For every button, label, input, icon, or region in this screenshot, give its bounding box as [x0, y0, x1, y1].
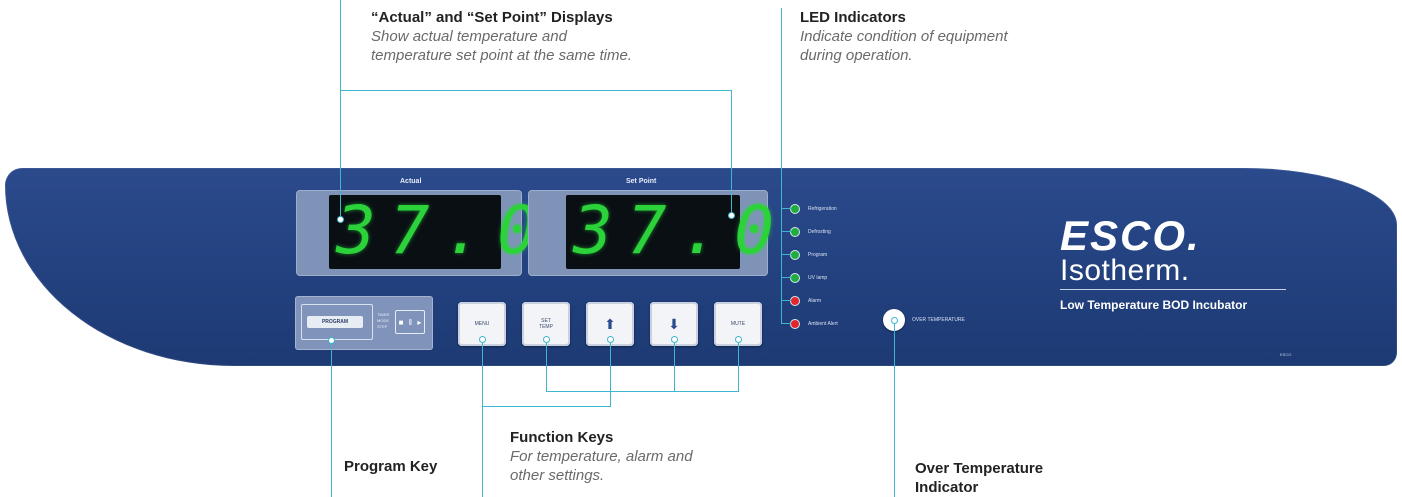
led-light [790, 227, 800, 237]
pause-icon: ‖ [408, 317, 413, 327]
led-label: Program [808, 252, 828, 258]
leds-callout-title: LED Indicators [800, 9, 906, 26]
setpoint-label: Set Point [626, 178, 657, 185]
led-label: UV lamp [808, 275, 828, 281]
callout-line [482, 406, 610, 407]
displays-callout-desc-1: Show actual temperature and [371, 28, 567, 45]
callout-dot [479, 336, 486, 343]
callout-line [781, 208, 791, 209]
led-program: Program [790, 248, 827, 262]
product-description: Low Temperature BOD Incubator [1060, 298, 1248, 312]
displays-callout-title: “Actual” and “Set Point” Displays [371, 9, 613, 26]
function-keys-callout-desc-2: other settings. [510, 467, 605, 484]
led-label: Defrosting [808, 229, 831, 235]
program-key-callout-title: Program Key [344, 458, 438, 475]
led-ambient-alert: Ambient Alert [790, 317, 838, 331]
callout-dot [728, 212, 735, 219]
arrow-down-icon: ⬇ [668, 315, 680, 332]
callout-line [610, 391, 611, 407]
program-control[interactable]: ■ ‖ ▸ [395, 310, 425, 334]
function-keys-callout: Function Keys For temperature, alarm and… [510, 428, 693, 485]
brand-divider [1060, 289, 1286, 290]
program-side-2: MODE [377, 318, 389, 323]
callout-line [674, 343, 675, 392]
callout-line [340, 90, 731, 91]
callout-dot [735, 336, 742, 343]
over-temp-callout-title-1: Over Temperature [915, 460, 1044, 477]
led-light [790, 250, 800, 260]
callout-dot [543, 336, 550, 343]
callout-line [781, 300, 791, 301]
callout-line [738, 343, 739, 392]
led-light [790, 204, 800, 214]
displays-callout: “Actual” and “Set Point” Displays Show a… [371, 8, 632, 65]
led-defrosting: Defrosting [790, 225, 831, 239]
program-key-callout: Program Key [344, 457, 437, 476]
setpoint-value: 37.0 [573, 192, 788, 269]
led-alarm: Alarm [790, 294, 821, 308]
led-uv-lamp: UV lamp [790, 271, 827, 285]
callout-line [340, 0, 341, 220]
callout-dot [328, 337, 335, 344]
callout-line [610, 343, 611, 392]
over-temp-callout: Over Temperature Indicator [915, 459, 1043, 497]
callout-line [482, 343, 483, 497]
led-label: Ambient Alert [808, 321, 838, 327]
callout-line [546, 391, 739, 392]
program-side-3: STEP [377, 324, 388, 329]
function-keys-callout-desc-1: For temperature, alarm and [510, 448, 693, 465]
callout-dot [891, 317, 898, 324]
callout-line [546, 343, 547, 392]
leds-callout-desc-2: during operation. [800, 47, 913, 64]
leds-callout-desc-1: Indicate condition of equipment [800, 28, 1008, 45]
set-temp-label-2: TEMP [539, 324, 553, 330]
callout-line [781, 277, 791, 278]
callout-line [894, 324, 895, 497]
actual-value: 37.0 [336, 192, 551, 269]
callout-line [781, 231, 791, 232]
displays-callout-desc-2: temperature set point at the same time. [371, 47, 632, 64]
play-icon: ▸ [417, 317, 422, 327]
program-side-labels: TIMER MODE STEP [377, 312, 389, 330]
led-label: Alarm [808, 298, 822, 304]
function-keys-callout-title: Function Keys [510, 429, 614, 446]
callout-line [781, 323, 791, 324]
program-button[interactable]: PROGRAM [307, 316, 363, 328]
callout-dot [671, 336, 678, 343]
led-label: Refrigeration [808, 206, 837, 212]
callout-line [331, 344, 332, 497]
led-light [790, 296, 800, 306]
led-refrigeration: Refrigeration [790, 202, 837, 216]
over-temperature-label: OVER TEMPERATURE [912, 317, 965, 323]
esco-logo: ESCO. [1060, 212, 1201, 259]
isotherm-logo: Isotherm. [1060, 254, 1190, 287]
led-light [790, 319, 800, 329]
over-temp-callout-title-2: Indicator [915, 479, 979, 496]
leds-callout: LED Indicators Indicate condition of equ… [800, 8, 1008, 65]
actual-label: Actual [400, 178, 422, 185]
panel-mark: ESCO [1280, 352, 1292, 357]
stop-icon: ■ [398, 317, 404, 327]
callout-dot [337, 216, 344, 223]
program-key[interactable]: PROGRAM TIMER MODE STEP ■ ‖ ▸ [295, 296, 433, 350]
program-side-1: TIMER [377, 312, 390, 317]
callout-line [781, 254, 791, 255]
led-light [790, 273, 800, 283]
arrow-up-icon: ⬆ [604, 315, 616, 332]
callout-line [731, 90, 732, 216]
callout-dot [607, 336, 614, 343]
